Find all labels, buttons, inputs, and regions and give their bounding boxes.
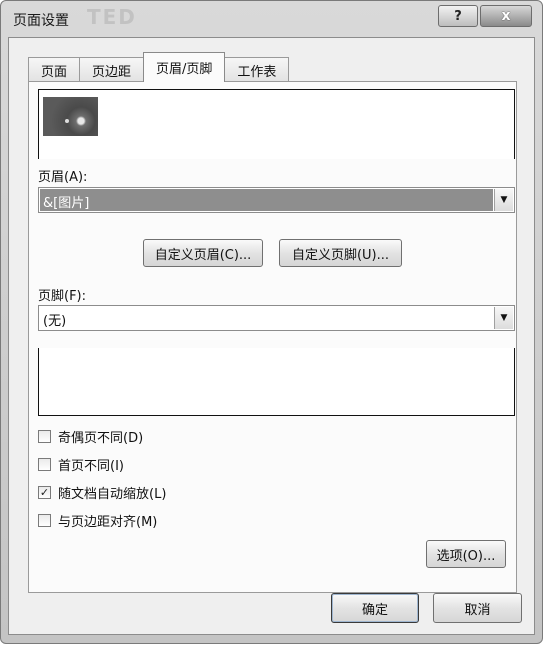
footer-preview [38,348,515,416]
chevron-down-icon: ▼ [500,313,508,323]
ok-button[interactable]: 确定 [331,593,419,623]
tab-strip: 页面 页边距 页眉/页脚 工作表 [28,52,290,82]
options-button[interactable]: 选项(O)... [426,540,506,568]
help-icon: ? [454,8,462,24]
checkbox-scale-with-document[interactable]: ✓ 随文档自动缩放(L) [38,483,167,502]
checkbox-different-first-page[interactable]: 首页不同(I) [38,455,124,474]
checkbox-label: 与页边距对齐(M) [58,514,158,530]
tab-sheet[interactable]: 工作表 [224,57,290,82]
checkbox-label: 随文档自动缩放(L) [58,486,167,502]
help-button[interactable]: ? [438,5,478,27]
header-dropdown-button[interactable]: ▼ [494,189,513,211]
tab-panel-header-footer: 页眉(A): &[图片] ▼ 自定义页眉(C)... 自定义页脚(U)... 页… [28,81,517,593]
header-select-value: &[图片] [43,196,90,211]
title-bar[interactable]: 页面设置 TED ? x [1,1,542,37]
thumbnail-detail [65,119,69,123]
tab-margins[interactable]: 页边距 [79,57,145,82]
tab-page[interactable]: 页面 [28,57,81,82]
header-select[interactable]: &[图片] ▼ [38,187,515,213]
title-watermark: TED [87,5,137,29]
page-setup-dialog: 页面设置 TED ? x 页面 页边距 页眉/页脚 工作表 页眉(A): &[图… [0,0,543,644]
checkbox-box[interactable] [38,429,51,443]
checkbox-align-with-margins[interactable]: 与页边距对齐(M) [38,511,158,530]
footer-dropdown-button[interactable]: ▼ [494,307,513,329]
close-icon: x [501,8,511,24]
header-picture-thumbnail [43,97,98,136]
dialog-title: 页面设置 [13,13,69,29]
chevron-down-icon: ▼ [500,195,508,205]
checkbox-box[interactable]: ✓ [38,485,51,499]
tab-header-footer[interactable]: 页眉/页脚 [143,52,226,82]
close-button[interactable]: x [480,5,532,27]
custom-header-button[interactable]: 自定义页眉(C)... [143,239,263,267]
header-select-highlight [40,189,493,211]
checkbox-label: 奇偶页不同(D) [58,430,144,446]
footer-label: 页脚(F): [38,289,87,304]
checkbox-label: 首页不同(I) [58,458,124,474]
header-label: 页眉(A): [38,170,88,185]
checkmark-icon: ✓ [39,485,50,499]
dialog-body: 页面 页边距 页眉/页脚 工作表 页眉(A): &[图片] ▼ 自定义页眉(C)… [8,37,535,635]
header-preview [38,89,515,159]
footer-select-value: (无) [43,314,67,329]
checkbox-box[interactable] [38,457,51,471]
footer-select[interactable]: (无) ▼ [38,305,515,331]
cancel-button[interactable]: 取消 [433,593,522,623]
checkbox-box[interactable] [38,513,51,527]
checkbox-different-odd-even[interactable]: 奇偶页不同(D) [38,427,144,446]
custom-footer-button[interactable]: 自定义页脚(U)... [279,239,402,267]
